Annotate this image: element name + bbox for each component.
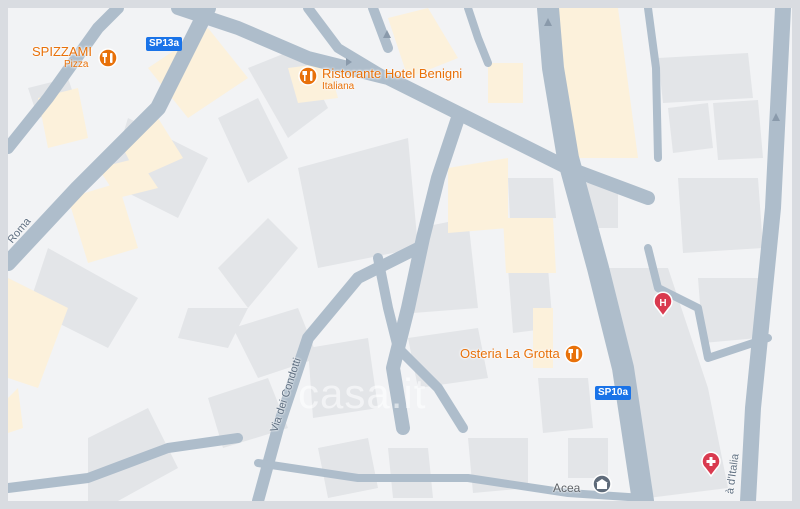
restaurant-icon[interactable] [98, 48, 118, 68]
watermark: casa.it [298, 370, 426, 418]
road-shield-sp13a: SP13a [146, 37, 183, 51]
poi-name: Ristorante Hotel Benigni [322, 66, 463, 81]
hospital-icon[interactable]: H [652, 291, 674, 317]
poi-category: Italiana [322, 81, 355, 92]
medical-icon[interactable] [700, 451, 722, 477]
poi-ristorante-hotel-benigni[interactable]: Ristorante Hotel Benigni Italiana [322, 66, 462, 92]
poi-category: Pizza [64, 59, 89, 70]
poi-name: SPIZZAMI [32, 44, 92, 59]
business-icon[interactable] [592, 474, 612, 494]
place-label-acea[interactable]: Acea [553, 481, 580, 495]
watermark-text: casa.it [298, 370, 427, 417]
restaurant-icon[interactable] [298, 66, 318, 86]
road-shield-sp10a: SP10a [595, 386, 632, 400]
poi-osteria-la-grotta[interactable]: Osteria La Grotta [460, 346, 560, 361]
poi-name: Osteria La Grotta [460, 346, 560, 361]
svg-text:H: H [659, 298, 666, 309]
restaurant-icon[interactable] [564, 344, 584, 364]
poi-spizzami[interactable]: SPIZZAMI Pizza [32, 44, 92, 70]
map-canvas[interactable]: SPIZZAMI Pizza Ristorante Hotel Benigni … [8, 8, 792, 501]
